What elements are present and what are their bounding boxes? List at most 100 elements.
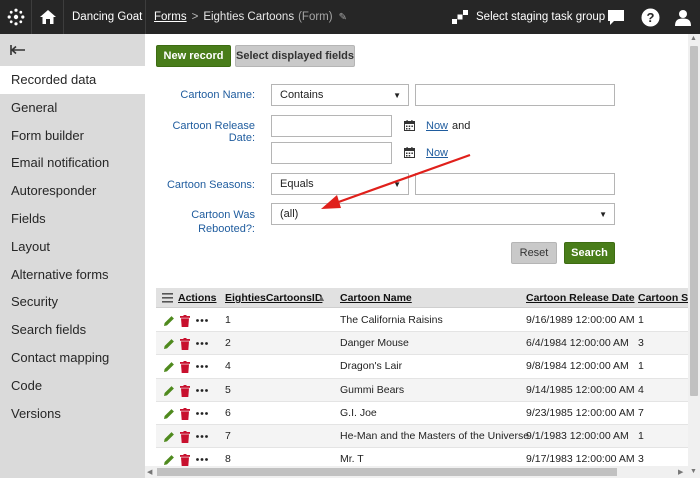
column-header-seasons[interactable]: Cartoon Se: [638, 288, 694, 308]
breadcrumb-forms-link[interactable]: Forms: [154, 11, 187, 23]
sidebar-item-form-builder[interactable]: Form builder: [0, 122, 145, 150]
menu-icon[interactable]: [162, 293, 173, 303]
sidebar-item-versions[interactable]: Versions: [0, 400, 145, 428]
table-row: 4 Dragon's Lair 9/8/1984 12:00:00 AM 1: [156, 355, 690, 379]
cartoon-name-operator-value: Contains: [280, 89, 324, 101]
cell-release-date: 9/14/1985 12:00:00 AM: [526, 383, 635, 396]
more-actions-icon[interactable]: [196, 388, 208, 392]
help-icon[interactable]: ?: [635, 0, 665, 34]
column-header-cartoon-name[interactable]: Cartoon Name: [340, 288, 412, 308]
more-actions-icon[interactable]: [196, 411, 208, 415]
staging-task-group-selector[interactable]: Select staging task group: [452, 0, 605, 34]
reset-button[interactable]: Reset: [511, 242, 557, 264]
more-actions-icon[interactable]: [196, 319, 208, 322]
kentico-logo-icon[interactable]: [0, 0, 32, 34]
horizontal-scrollbar[interactable]: ◀ ▶: [145, 466, 688, 478]
vertical-scrollbar[interactable]: ▲ ▼: [688, 34, 700, 478]
edit-icon[interactable]: [163, 385, 175, 397]
pin-icon[interactable]: ✎: [339, 12, 347, 23]
grid-header: Actions EightiesCartoonsID ▲ Cartoon Nam…: [156, 288, 694, 308]
column-header-release-date[interactable]: Cartoon Release Date: [526, 288, 635, 308]
sort-ascending-icon[interactable]: ▲: [317, 288, 326, 308]
more-actions-icon[interactable]: [196, 458, 208, 462]
cartoon-rebooted-label: Cartoon Was Rebooted?:: [145, 208, 255, 236]
cell-cartoon-name: The California Raisins: [340, 314, 443, 326]
back-arrow-icon[interactable]: [0, 34, 145, 66]
scroll-right-icon[interactable]: ▶: [678, 468, 683, 476]
cell-seasons: 1: [638, 360, 644, 373]
main-content: New record Select displayed fields Carto…: [145, 34, 700, 478]
calendar-icon[interactable]: [404, 120, 415, 131]
cell-release-date: 9/1/1983 12:00:00 AM: [526, 430, 629, 442]
edit-icon[interactable]: [163, 315, 175, 327]
sidebar-item-search-fields[interactable]: Search fields: [0, 316, 145, 344]
table-row: 5 Gummi Bears 9/14/1985 12:00:00 AM 4: [156, 378, 690, 402]
select-displayed-fields-button[interactable]: Select displayed fields: [235, 45, 355, 67]
cell-cartoon-name: Dragon's Lair: [340, 360, 403, 373]
cartoon-name-operator-select[interactable]: Contains ▼: [271, 84, 409, 106]
release-date-from-input[interactable]: [271, 115, 392, 137]
sidebar: Recorded data General Form builder Email…: [0, 34, 145, 478]
cartoon-rebooted-value: (all): [280, 208, 299, 220]
column-header-actions[interactable]: Actions: [178, 288, 217, 308]
sidebar-item-security[interactable]: Security: [0, 288, 145, 316]
cell-release-date: 9/23/1985 12:00:00 AM: [526, 406, 635, 419]
sidebar-item-autoresponder[interactable]: Autoresponder: [0, 177, 145, 205]
sidebar-item-code[interactable]: Code: [0, 372, 145, 400]
site-selector[interactable]: Dancing Goat: [64, 0, 146, 34]
table-row: 7 He-Man and the Masters of the Universe 9…: [156, 425, 690, 449]
delete-icon[interactable]: [180, 384, 190, 397]
sidebar-item-fields[interactable]: Fields: [0, 205, 145, 233]
more-actions-icon[interactable]: [196, 435, 208, 438]
sidebar-item-layout[interactable]: Layout: [0, 233, 145, 261]
column-header-id[interactable]: EightiesCartoonsID: [225, 288, 322, 308]
cartoon-seasons-label: Cartoon Seasons:: [166, 179, 255, 191]
chevron-down-icon: ▼: [393, 91, 401, 100]
sidebar-item-recorded-data[interactable]: Recorded data: [0, 66, 145, 94]
edit-icon[interactable]: [163, 431, 175, 443]
cell-release-date: 9/8/1984 12:00:00 AM: [526, 360, 629, 373]
delete-icon[interactable]: [180, 454, 190, 467]
breadcrumb: Forms > Eighties Cartoons (Form) ✎: [154, 0, 347, 34]
cell-id: 7: [225, 430, 231, 442]
home-icon[interactable]: [32, 0, 64, 34]
cartoon-rebooted-label-line1: Cartoon Was: [191, 209, 255, 221]
cell-seasons: 4: [638, 383, 644, 396]
vertical-scroll-thumb[interactable]: [690, 46, 698, 396]
delete-icon[interactable]: [180, 431, 190, 443]
more-actions-icon[interactable]: [196, 365, 208, 369]
user-icon[interactable]: [668, 0, 698, 34]
search-button[interactable]: Search: [564, 242, 615, 264]
delete-icon[interactable]: [180, 338, 190, 351]
sidebar-item-general[interactable]: General: [0, 94, 145, 122]
breadcrumb-type: (Form): [298, 11, 333, 23]
scroll-left-icon[interactable]: ◀: [147, 468, 152, 476]
cell-release-date: 9/16/1989 12:00:00 AM: [526, 314, 635, 326]
chat-icon[interactable]: [601, 0, 631, 34]
scroll-up-icon[interactable]: ▲: [690, 35, 697, 42]
scroll-down-icon[interactable]: ▼: [690, 468, 697, 475]
cell-id: 6: [225, 406, 231, 419]
cell-id: 1: [225, 314, 231, 326]
sidebar-item-contact-mapping[interactable]: Contact mapping: [0, 344, 145, 372]
edit-icon[interactable]: [163, 454, 175, 466]
sidebar-item-email-notification[interactable]: Email notification: [0, 149, 145, 177]
edit-icon[interactable]: [163, 338, 175, 350]
horizontal-scroll-thumb[interactable]: [157, 468, 617, 476]
chevron-down-icon: ▼: [599, 210, 607, 219]
edit-icon[interactable]: [163, 408, 175, 420]
delete-icon[interactable]: [180, 361, 190, 374]
cartoon-name-input[interactable]: [415, 84, 615, 106]
top-bar: Dancing Goat Forms > Eighties Cartoons (…: [0, 0, 700, 34]
cell-seasons: 3: [638, 337, 644, 350]
now-link-from[interactable]: Now: [426, 120, 448, 132]
more-actions-icon[interactable]: [196, 342, 208, 346]
delete-icon[interactable]: [180, 315, 190, 327]
staging-icon: [452, 10, 468, 24]
edit-icon[interactable]: [163, 361, 175, 373]
cell-cartoon-name: G.I. Joe: [340, 406, 377, 419]
delete-icon[interactable]: [180, 407, 190, 420]
cell-release-date: 6/4/1984 12:00:00 AM: [526, 337, 629, 350]
sidebar-item-alternative-forms[interactable]: Alternative forms: [0, 261, 145, 289]
new-record-button[interactable]: New record: [156, 45, 231, 67]
